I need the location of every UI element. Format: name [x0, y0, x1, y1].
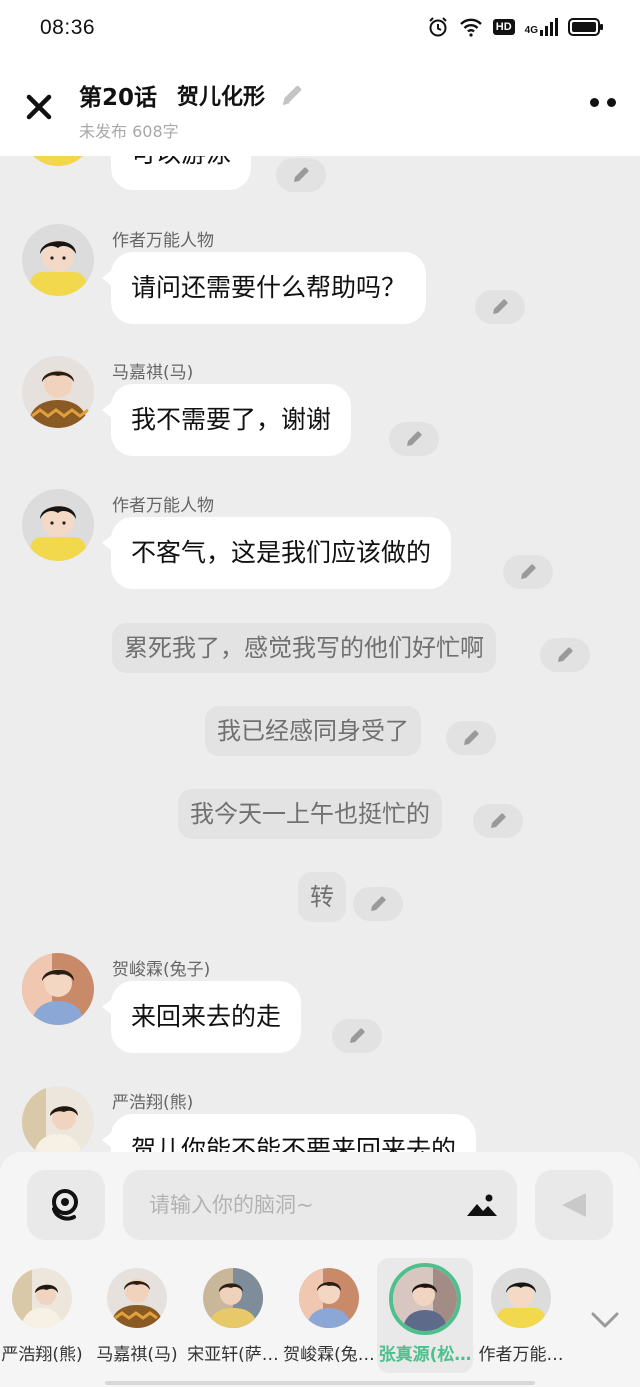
pencil-icon	[294, 167, 309, 182]
character-item-selected[interactable]: 张真源(松…	[377, 1258, 473, 1373]
edit-message-button[interactable]	[503, 555, 553, 589]
sender-name: 作者万能人物	[112, 231, 214, 251]
edit-message-button[interactable]	[276, 158, 326, 192]
message-bubble[interactable]: 不客气，这是我们应该做的	[101, 517, 452, 589]
edit-narration-button[interactable]	[446, 721, 496, 755]
composer-panel: 严浩翔(熊) 马嘉祺(马) 宋亚轩(萨… 贺峻霖(兔… 张真源(松…	[0, 1152, 640, 1387]
character-name: 作者万能…	[478, 1345, 564, 1365]
chapter-status: 未发布 608字	[79, 122, 179, 141]
hd-badge: HD	[492, 19, 515, 35]
image-icon[interactable]	[465, 1192, 499, 1218]
avatar	[299, 1268, 359, 1328]
story-chat-list[interactable]: 可以游泳 作者万能人物 请问还需要什么帮助吗？ 马嘉祺(马) 我不需要了，谢谢 …	[0, 156, 640, 1152]
voice-button[interactable]	[27, 1170, 105, 1240]
signal-icon: 4G	[525, 18, 558, 36]
avatar	[12, 1268, 72, 1328]
chapter-title-row: 第20话 贺儿化形	[79, 78, 305, 112]
pencil-icon	[493, 299, 508, 314]
network-type: 4G	[524, 25, 538, 36]
story-swirl-icon	[52, 1189, 78, 1221]
edit-narration-button[interactable]	[353, 887, 403, 921]
pencil-icon	[350, 1028, 365, 1043]
avatar[interactable]	[22, 356, 94, 428]
content-input-box[interactable]	[123, 1170, 517, 1240]
avatar	[107, 1268, 167, 1328]
avatar[interactable]	[22, 224, 94, 296]
avatar[interactable]	[22, 489, 94, 561]
edit-narration-button[interactable]	[473, 804, 523, 838]
avatar	[491, 1268, 551, 1328]
status-bar: 08:36 HD 4G	[0, 0, 640, 58]
chapter-number: 第20话	[79, 85, 158, 111]
sender-name: 马嘉祺(马)	[112, 363, 194, 383]
message-bubble[interactable]: 来回来去的走	[101, 981, 302, 1053]
avatar[interactable]	[22, 1086, 94, 1152]
avatar	[389, 1263, 461, 1335]
sender-name: 作者万能人物	[112, 496, 214, 516]
character-name: 贺峻霖(兔…	[283, 1345, 375, 1365]
edit-title-pencil-icon[interactable]	[279, 82, 305, 108]
more-options-button[interactable]	[590, 98, 616, 107]
character-item[interactable]: 宋亚轩(萨…	[185, 1258, 281, 1373]
message-bubble[interactable]: 请问还需要什么帮助吗？	[101, 252, 427, 324]
narration-bubble[interactable]: 我今天一上午也挺忙的	[178, 789, 442, 839]
pencil-icon	[491, 813, 506, 828]
status-icons: HD 4G	[427, 16, 604, 38]
character-selector: 严浩翔(熊) 马嘉祺(马) 宋亚轩(萨… 贺峻霖(兔… 张真源(松… 作者万能…	[0, 1258, 640, 1378]
avatar	[203, 1268, 263, 1328]
sender-name: 贺峻霖(兔子)	[112, 960, 211, 980]
close-button[interactable]	[24, 92, 54, 122]
status-time: 08:36	[40, 16, 96, 39]
narration-bubble[interactable]: 转	[298, 872, 346, 922]
pencil-icon	[521, 564, 536, 579]
character-name: 马嘉祺(马)	[96, 1345, 178, 1365]
send-icon	[562, 1193, 586, 1217]
avatar[interactable]	[22, 953, 94, 1025]
message-bubble[interactable]: 贺儿你能不能不要来回来去的	[101, 1114, 477, 1152]
edit-message-button[interactable]	[475, 290, 525, 324]
character-item[interactable]: 作者万能…	[473, 1258, 569, 1373]
character-item[interactable]: 贺峻霖(兔…	[281, 1258, 377, 1373]
send-button[interactable]	[535, 1170, 613, 1240]
avatar[interactable]	[22, 156, 94, 166]
edit-message-button[interactable]	[389, 422, 439, 456]
character-name: 张真源(松…	[378, 1345, 472, 1365]
pencil-icon	[371, 896, 386, 911]
chevron-down-icon[interactable]	[590, 1310, 620, 1330]
editor-header: 第20话 贺儿化形 未发布 608字	[0, 58, 640, 156]
home-indicator	[105, 1381, 535, 1385]
pencil-icon	[407, 431, 422, 446]
pencil-icon	[464, 730, 479, 745]
battery-icon	[568, 18, 603, 36]
message-bubble[interactable]: 可以游泳	[111, 156, 252, 190]
edit-narration-button[interactable]	[540, 638, 590, 672]
character-name: 宋亚轩(萨…	[187, 1345, 279, 1365]
character-item[interactable]: 严浩翔(熊)	[0, 1258, 90, 1373]
pencil-icon	[558, 647, 573, 662]
edit-message-button[interactable]	[332, 1019, 382, 1053]
character-item[interactable]: 马嘉祺(马)	[89, 1258, 185, 1373]
sender-name: 严浩翔(熊)	[112, 1093, 194, 1113]
narration-bubble[interactable]: 累死我了，感觉我写的他们好忙啊	[112, 623, 496, 673]
narration-bubble[interactable]: 我已经感同身受了	[205, 706, 421, 756]
wifi-icon	[459, 18, 482, 37]
alarm-icon	[429, 17, 447, 37]
character-name: 严浩翔(熊)	[1, 1345, 83, 1365]
chapter-title: 贺儿化形	[177, 85, 266, 110]
message-bubble[interactable]: 我不需要了，谢谢	[101, 384, 352, 456]
content-input[interactable]	[149, 1170, 449, 1240]
